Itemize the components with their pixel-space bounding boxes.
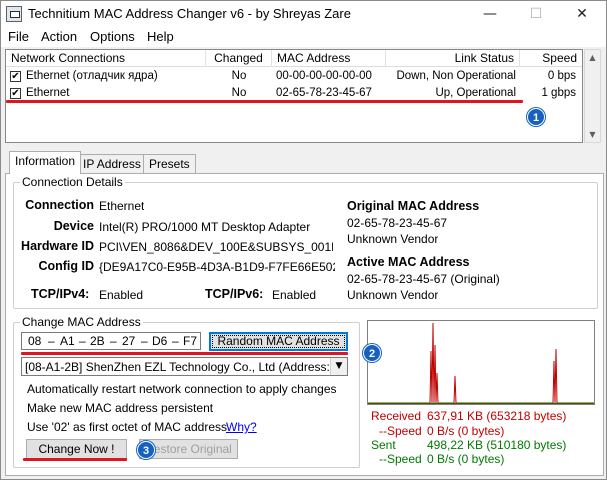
received-value: 637,91 KB (653218 bytes) bbox=[427, 409, 567, 423]
sent-speed-label: --Speed bbox=[379, 452, 422, 466]
row-status: Down, Non Operational bbox=[396, 70, 516, 82]
hardware-id-value: PCI\VEN_8086&DEV_100E&SUBSYS_001E808 bbox=[99, 240, 333, 254]
sent-label: Sent bbox=[371, 438, 396, 452]
mac-octet-6[interactable]: F7 bbox=[183, 334, 197, 348]
menu-options[interactable]: Options bbox=[90, 29, 135, 44]
table-row[interactable]: ✔ Ethernet (отладчик ядра) No 00-00-00-0… bbox=[6, 68, 582, 85]
original-mac-value: 02-65-78-23-45-67 bbox=[347, 216, 448, 230]
network-connections-list[interactable]: Network Connections Changed MAC Address … bbox=[5, 49, 583, 143]
auto-restart-option[interactable]: Automatically restart network connection… bbox=[27, 382, 337, 396]
annotation-underline bbox=[23, 458, 127, 461]
menu-file[interactable]: File bbox=[8, 29, 29, 44]
persistent-option[interactable]: Make new MAC address persistent bbox=[27, 401, 213, 415]
app-window: Technitium MAC Address Changer v6 - by S… bbox=[0, 0, 607, 480]
config-id-label: Config ID bbox=[38, 259, 94, 273]
use-02-option[interactable]: Use '02' as first octet of MAC address bbox=[27, 420, 227, 434]
minimize-button[interactable]: — bbox=[467, 1, 513, 28]
menu-bar: File Action Options Help bbox=[1, 28, 606, 47]
col-network-connections[interactable]: Network Connections bbox=[6, 50, 206, 67]
list-header: Network Connections Changed MAC Address … bbox=[6, 50, 582, 67]
random-mac-button[interactable]: Random MAC Address bbox=[209, 332, 348, 351]
original-vendor: Unknown Vendor bbox=[347, 232, 439, 246]
received-label: Received bbox=[371, 409, 422, 423]
mac-separator: – bbox=[79, 334, 86, 348]
active-mac-title: Active MAC Address bbox=[347, 255, 470, 269]
sent-value: 498,22 KB (510180 bytes) bbox=[427, 438, 567, 452]
hardware-id-label: Hardware ID bbox=[21, 239, 94, 253]
tab-information[interactable]: Information bbox=[9, 151, 82, 174]
received-speed-label: --Speed bbox=[379, 424, 422, 438]
col-mac-address[interactable]: MAC Address bbox=[272, 50, 386, 67]
window-title: Technitium MAC Address Changer v6 - by S… bbox=[28, 6, 351, 21]
connection-details-legend: Connection Details bbox=[20, 175, 125, 189]
received-speed-value: 0 B/s (0 bytes) bbox=[427, 424, 505, 438]
tab-presets[interactable]: Presets bbox=[143, 154, 196, 174]
tab-ip-address[interactable]: IP Address bbox=[77, 154, 147, 174]
close-button[interactable]: ✕ bbox=[559, 1, 605, 28]
mac-separator: – bbox=[48, 334, 55, 348]
change-now-button[interactable]: Change Now ! bbox=[26, 439, 127, 459]
row-speed: 0 bps bbox=[547, 70, 576, 82]
annotation-underline bbox=[6, 100, 523, 103]
app-icon bbox=[6, 6, 22, 22]
annotation-badge-2: 2 bbox=[363, 344, 381, 362]
tcpipv4-value: Enabled bbox=[99, 288, 144, 302]
tcpipv6-label: TCP/IPv6: bbox=[205, 287, 264, 301]
mac-address-input[interactable]: 08 – A1 – 2B – 27 – D6 – F7 bbox=[21, 332, 201, 350]
original-mac-title: Original MAC Address bbox=[347, 199, 480, 213]
mac-separator: – bbox=[172, 334, 179, 348]
row-name: Ethernet (отладчик ядра) bbox=[26, 70, 158, 82]
connection-value: Ethernet bbox=[99, 199, 145, 213]
traffic-graph bbox=[367, 320, 595, 405]
config-id-value: {DE9A17C0-E95B-4D3A-B1D9-F7FE66E5026A} bbox=[99, 260, 335, 274]
scroll-up-arrow-icon[interactable]: ▲ bbox=[585, 50, 600, 65]
col-link-status[interactable]: Link Status bbox=[386, 50, 520, 67]
row-speed: 1 gbps bbox=[541, 87, 576, 99]
mac-octet-2[interactable]: A1 bbox=[60, 334, 75, 348]
active-vendor: Unknown Vendor bbox=[347, 288, 439, 302]
mac-octet-4[interactable]: 27 bbox=[122, 334, 135, 348]
row-mac: 00-00-00-00-00-00 bbox=[276, 70, 372, 82]
list-scrollbar[interactable]: ▲ ▼ bbox=[584, 49, 601, 143]
sent-speed-value: 0 B/s (0 bytes) bbox=[427, 452, 505, 466]
row-changed: No bbox=[231, 70, 247, 82]
annotation-underline bbox=[21, 352, 348, 355]
vendor-select[interactable]: [08-A1-2B] ShenZhen EZL Technology Co., … bbox=[21, 357, 348, 376]
scroll-down-arrow-icon[interactable]: ▼ bbox=[585, 127, 600, 142]
col-speed[interactable]: Speed bbox=[520, 50, 582, 67]
tcpipv4-label: TCP/IPv4: bbox=[31, 287, 90, 301]
focus-rect bbox=[212, 335, 345, 348]
connection-label: Connection bbox=[25, 198, 94, 212]
row-checkbox[interactable]: ✔ bbox=[10, 88, 21, 99]
vendor-select-value: [08-A1-2B] ShenZhen EZL Technology Co., … bbox=[25, 360, 330, 374]
annotation-badge-1: 1 bbox=[527, 108, 545, 126]
why-link[interactable]: Why? bbox=[226, 420, 257, 434]
row-checkbox[interactable]: ✔ bbox=[10, 71, 21, 82]
mac-octet-5[interactable]: D6 bbox=[152, 334, 167, 348]
col-changed[interactable]: Changed bbox=[206, 50, 272, 67]
device-label: Device bbox=[53, 219, 94, 233]
menu-action[interactable]: Action bbox=[41, 29, 77, 44]
maximize-button[interactable]: ☐ bbox=[513, 1, 559, 28]
device-value: Intel(R) PRO/1000 MT Desktop Adapter bbox=[99, 220, 311, 234]
title-bar: Technitium MAC Address Changer v6 - by S… bbox=[1, 1, 606, 28]
chevron-down-icon[interactable]: ▼ bbox=[330, 358, 347, 375]
mac-octet-3[interactable]: 2B bbox=[90, 334, 105, 348]
change-mac-legend: Change MAC Address bbox=[20, 315, 143, 329]
mac-octet-1[interactable]: 08 bbox=[28, 334, 41, 348]
mac-separator: – bbox=[141, 334, 148, 348]
active-mac-value: 02-65-78-23-45-67 (Original) bbox=[347, 272, 500, 286]
traffic-graph-svg bbox=[368, 322, 594, 404]
tcpipv6-value: Enabled bbox=[272, 288, 317, 302]
annotation-badge-3: 3 bbox=[137, 441, 155, 459]
received-trace bbox=[368, 322, 594, 404]
menu-help[interactable]: Help bbox=[147, 29, 174, 44]
mac-separator: – bbox=[110, 334, 117, 348]
